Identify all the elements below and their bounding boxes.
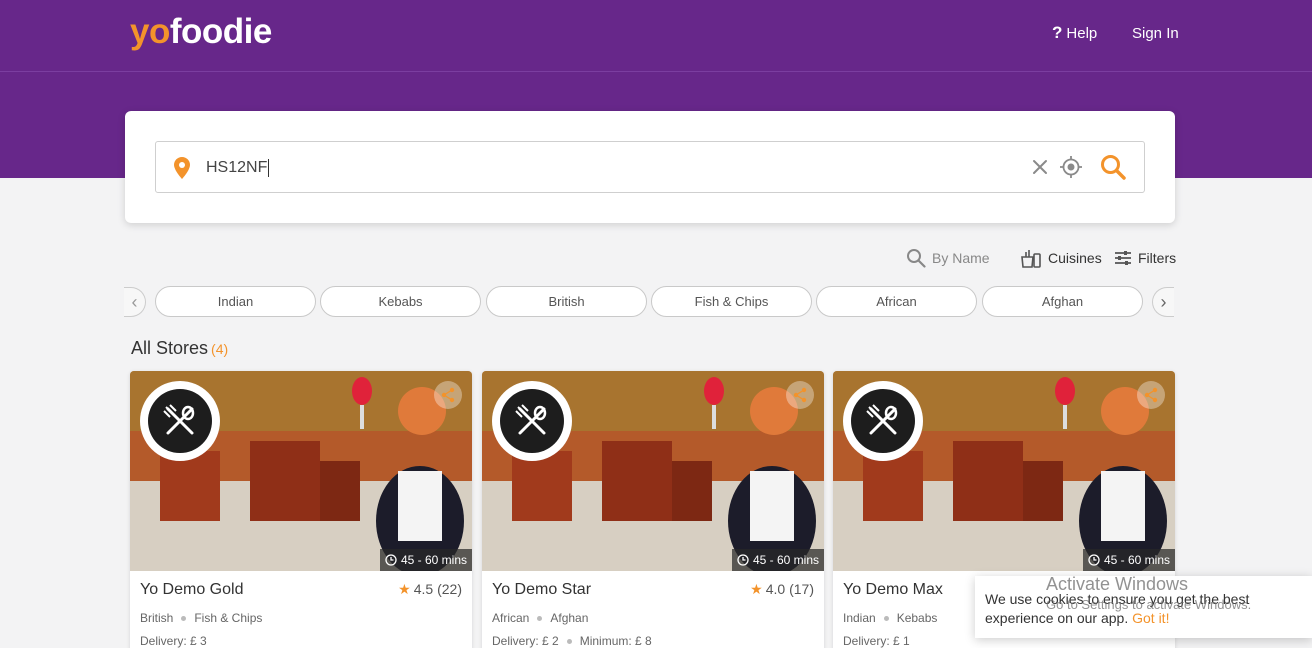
store-logo bbox=[492, 381, 572, 461]
sliders-icon bbox=[1115, 251, 1131, 265]
cuisine-tag: Kebabs bbox=[896, 611, 938, 625]
chevron-right-icon: › bbox=[1160, 291, 1167, 312]
chip-label: Afghan bbox=[1041, 294, 1084, 309]
store-rating: ★ 4.5 (22) bbox=[398, 581, 462, 598]
chip-afghan[interactable]: Afghan bbox=[982, 286, 1143, 317]
locate-icon[interactable] bbox=[1060, 156, 1082, 178]
store-count: (4) bbox=[211, 341, 229, 357]
cuisine-tag: Afghan bbox=[550, 611, 589, 625]
sign-in-label: Sign In bbox=[1132, 24, 1179, 42]
store-logo bbox=[140, 381, 220, 461]
filters-label: Filters bbox=[1138, 250, 1177, 266]
store-name: Yo Demo Max bbox=[843, 581, 943, 598]
section-title: All Stores (4) bbox=[131, 338, 228, 359]
store-image: 45 - 60 mins bbox=[833, 371, 1175, 571]
logo-foodie: foodie bbox=[169, 12, 272, 51]
store-cuisines: African Afghan bbox=[492, 611, 588, 625]
section-title-text: All Stores bbox=[131, 338, 209, 358]
sign-in-link[interactable]: Sign In bbox=[1132, 22, 1179, 44]
cookie-text: We use cookies to ensure you get the bes… bbox=[985, 591, 1250, 626]
fork-spoon-icon bbox=[866, 404, 898, 435]
store-name: Yo Demo Gold bbox=[140, 581, 244, 598]
help-icon: ? bbox=[1052, 23, 1063, 42]
delivery-info: Delivery: £ 2 Minimum: £ 8 bbox=[492, 634, 652, 648]
close-icon[interactable] bbox=[1032, 159, 1048, 175]
cookie-banner: We use cookies to ensure you get the bes… bbox=[975, 576, 1312, 638]
by-name-label: By Name bbox=[932, 250, 990, 266]
postcode-search-input[interactable]: HS12NF bbox=[155, 141, 1145, 193]
chip-label: African bbox=[876, 294, 917, 309]
store-image: 45 - 60 mins bbox=[482, 371, 824, 571]
fork-spoon-icon bbox=[515, 404, 547, 435]
chip-label: Kebabs bbox=[378, 294, 423, 309]
share-icon[interactable] bbox=[434, 381, 462, 409]
store-cuisines: British Fish & Chips bbox=[140, 611, 262, 625]
delivery-time: 45 - 60 mins bbox=[1103, 553, 1170, 567]
cuisine-icon bbox=[1021, 250, 1041, 268]
store-cuisines: Indian Kebabs bbox=[843, 611, 937, 625]
chips-prev-button[interactable]: ‹ bbox=[124, 287, 146, 317]
search-by-name-button[interactable]: By Name bbox=[906, 246, 990, 270]
store-card[interactable]: 45 - 60 mins Yo Demo Gold ★ 4.5 (22) Brit… bbox=[130, 371, 472, 648]
cuisine-tag: African bbox=[492, 611, 530, 625]
chip-label: Fish & Chips bbox=[694, 294, 769, 309]
chip-label: Indian bbox=[217, 294, 254, 309]
chips-next-button[interactable]: › bbox=[1152, 287, 1174, 317]
fork-spoon-icon bbox=[163, 404, 195, 435]
cookie-accept-button[interactable]: Got it! bbox=[1132, 610, 1169, 626]
delivery-time-badge: 45 - 60 mins bbox=[731, 549, 824, 571]
cuisine-tag: British bbox=[140, 611, 174, 625]
rating-value: 4.5 bbox=[413, 581, 434, 597]
star-icon: ★ bbox=[750, 581, 763, 597]
rating-value: 4.0 bbox=[765, 581, 786, 597]
location-pin-icon bbox=[174, 157, 190, 179]
chip-fish-chips[interactable]: Fish & Chips bbox=[651, 286, 812, 317]
store-logo bbox=[843, 381, 923, 461]
help-link[interactable]: ? Help bbox=[1052, 22, 1097, 44]
star-icon: ★ bbox=[398, 581, 411, 597]
cuisines-label: Cuisines bbox=[1048, 250, 1102, 266]
store-image: 45 - 60 mins bbox=[130, 371, 472, 571]
share-icon[interactable] bbox=[1137, 381, 1165, 409]
clock-icon bbox=[737, 554, 749, 566]
magnifier-icon bbox=[907, 249, 926, 268]
delivery-fee: Delivery: £ 1 bbox=[843, 634, 910, 648]
cuisine-tag: Fish & Chips bbox=[194, 611, 263, 625]
store-card[interactable]: 45 - 60 mins Yo Demo Star ★ 4.0 (17) Afri… bbox=[482, 371, 824, 648]
clock-icon bbox=[1088, 554, 1100, 566]
brand-logo[interactable]: yofoodie bbox=[130, 10, 272, 54]
chip-label: British bbox=[548, 294, 585, 309]
delivery-fee: Delivery: £ 3 bbox=[140, 634, 207, 648]
search-value: HS12NF bbox=[206, 158, 270, 177]
chip-african[interactable]: African bbox=[816, 286, 977, 317]
delivery-fee: Delivery: £ 2 bbox=[492, 634, 559, 648]
chip-indian[interactable]: Indian bbox=[155, 286, 316, 317]
review-count: (17) bbox=[789, 581, 814, 597]
clock-icon bbox=[385, 554, 397, 566]
store-rating: ★ 4.0 (17) bbox=[750, 581, 814, 598]
delivery-time: 45 - 60 mins bbox=[752, 553, 819, 567]
logo-yo: yo bbox=[130, 12, 170, 51]
search-card: HS12NF bbox=[125, 111, 1175, 223]
delivery-time-badge: 45 - 60 mins bbox=[379, 549, 472, 571]
delivery-time-badge: 45 - 60 mins bbox=[1082, 549, 1175, 571]
review-count: (22) bbox=[437, 581, 462, 597]
chip-kebabs[interactable]: Kebabs bbox=[320, 286, 481, 317]
chevron-left-icon: ‹ bbox=[131, 291, 138, 312]
delivery-time: 45 - 60 mins bbox=[400, 553, 467, 567]
search-icon[interactable] bbox=[1100, 154, 1126, 180]
minimum-order: Minimum: £ 8 bbox=[579, 634, 652, 648]
filters-button[interactable]: Filters bbox=[1114, 246, 1176, 270]
cuisine-tag: Indian bbox=[843, 611, 876, 625]
cuisines-button[interactable]: Cuisines bbox=[1020, 246, 1102, 270]
help-label: Help bbox=[1066, 24, 1098, 42]
share-icon[interactable] bbox=[786, 381, 814, 409]
store-name: Yo Demo Star bbox=[492, 581, 592, 598]
chip-british[interactable]: British bbox=[486, 286, 647, 317]
